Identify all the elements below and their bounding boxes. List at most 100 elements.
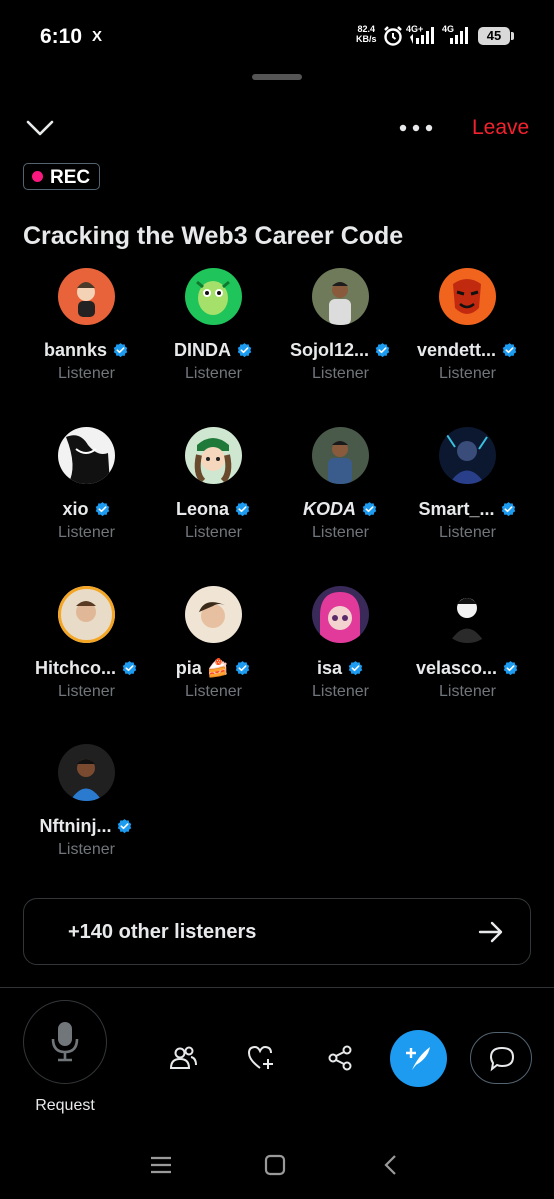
listener-role: Listener [439, 365, 496, 382]
listener-name: velasco... [415, 658, 498, 678]
avatar [312, 586, 369, 643]
avatar [58, 744, 115, 801]
listener-name: Nftninj... [39, 816, 112, 836]
verified-badge-icon [501, 502, 515, 517]
divider [0, 987, 554, 988]
listener-name: DINDA [174, 340, 231, 360]
listener-role: Listener [312, 524, 369, 541]
avatar [439, 268, 496, 325]
clock: 6:10 [40, 25, 83, 48]
verified-badge-icon [235, 661, 250, 676]
listener-role: Listener [58, 683, 115, 700]
listener-tile[interactable]: xio Listener [23, 427, 150, 567]
avatar [185, 586, 242, 643]
listener-name: KODA [303, 499, 356, 519]
listener-tile[interactable]: Leona Listener [150, 427, 277, 567]
verified-badge-icon [113, 343, 128, 358]
verified-badge-icon [502, 343, 517, 358]
listener-role: Listener [439, 524, 496, 541]
listener-tile[interactable]: Nftninj... Listener [23, 744, 150, 884]
request-mic-button[interactable] [23, 1000, 107, 1084]
listener-name: Hitchco... [34, 658, 116, 678]
verified-badge-icon [95, 502, 109, 517]
rec-badge: REC [23, 163, 100, 190]
leave-button[interactable]: Leave [472, 116, 529, 140]
listener-name: isa [316, 658, 343, 678]
chevron-down-icon[interactable] [24, 114, 56, 142]
signal-icon [410, 27, 434, 44]
heart-plus-icon [247, 1045, 273, 1069]
listener-role: Listener [185, 524, 242, 541]
status-bar: 6:10 X 82.4 KB/s 4G+ 4G 45 [0, 0, 554, 72]
avatar [312, 268, 369, 325]
avatar [58, 268, 115, 325]
listener-tile[interactable]: Sojol12... Listener [277, 268, 404, 408]
compose-icon [406, 1047, 430, 1070]
listener-role: Listener [312, 683, 369, 700]
avatar [439, 427, 496, 484]
arrow-right-icon [478, 921, 503, 943]
react-button[interactable] [243, 1040, 279, 1076]
listener-tile[interactable]: Hitchco... Listener [23, 586, 150, 726]
verified-badge-icon [235, 502, 250, 517]
listener-role: Listener [312, 365, 369, 382]
listener-role: Listener [58, 524, 115, 541]
more-dots-icon[interactable] [396, 118, 436, 138]
verified-badge-icon [503, 661, 518, 676]
rec-dot-icon [32, 171, 43, 182]
avatar [58, 427, 115, 484]
verified-badge-icon [362, 502, 377, 517]
people-button[interactable] [165, 1040, 201, 1076]
verified-badge-icon [375, 343, 390, 358]
drag-handle[interactable] [252, 74, 302, 80]
listener-role: Listener [439, 683, 496, 700]
listener-tile[interactable]: pia 🍰 Listener [150, 586, 277, 726]
other-listeners-button[interactable]: +140 other listeners [23, 898, 531, 965]
listener-role: Listener [58, 365, 115, 382]
verified-badge-icon [118, 819, 132, 834]
listener-name: Leona [175, 499, 229, 519]
chat-button[interactable] [470, 1032, 532, 1084]
verified-badge-icon [348, 661, 363, 676]
listener-tile[interactable]: Smart_... Listener [404, 427, 531, 567]
listener-tile[interactable]: vendett... Listener [404, 268, 531, 408]
listener-tile[interactable]: bannks Listener [23, 268, 150, 408]
verified-badge-icon [122, 661, 137, 676]
listener-name: Smart_... [418, 499, 495, 519]
avatar [312, 427, 369, 484]
x-app-icon: X [92, 28, 103, 45]
menu-icon[interactable] [150, 1154, 172, 1176]
space-title: Cracking the Web3 Career Code [23, 222, 404, 250]
listener-tile[interactable]: DINDA Listener [150, 268, 277, 408]
net-speed: 82.4 KB/s [356, 24, 377, 44]
listener-tile[interactable]: KODA Listener [277, 427, 404, 567]
request-label: Request [35, 1097, 95, 1114]
avatar [58, 586, 115, 643]
listener-name: pia 🍰 [175, 658, 230, 678]
system-nav-bar [0, 1140, 554, 1199]
verified-badge-icon [237, 343, 252, 358]
avatar [185, 427, 242, 484]
rec-label: REC [50, 167, 91, 188]
chat-bubble-icon [489, 1046, 515, 1072]
other-listeners-label: +140 other listeners [68, 921, 257, 943]
listener-name: bannks [43, 340, 108, 360]
listener-role: Listener [185, 365, 242, 382]
microphone-icon [51, 1022, 79, 1062]
alarm-icon [384, 26, 402, 46]
listener-role: Listener [185, 683, 242, 700]
avatar [185, 268, 242, 325]
net-speed-unit: KB/s [356, 34, 377, 44]
compose-button[interactable] [390, 1030, 447, 1087]
avatar [439, 586, 496, 643]
people-icon [169, 1046, 197, 1069]
home-square-icon[interactable] [264, 1154, 286, 1176]
back-icon[interactable] [382, 1154, 398, 1176]
listener-role: Listener [58, 841, 115, 858]
listener-tile[interactable]: isa Listener [277, 586, 404, 726]
listener-tile[interactable]: velasco... Listener [404, 586, 531, 726]
listener-name: vendett... [416, 340, 496, 360]
battery-indicator: 45 [478, 27, 514, 45]
listener-name: xio [62, 499, 89, 519]
share-button[interactable] [322, 1040, 358, 1076]
